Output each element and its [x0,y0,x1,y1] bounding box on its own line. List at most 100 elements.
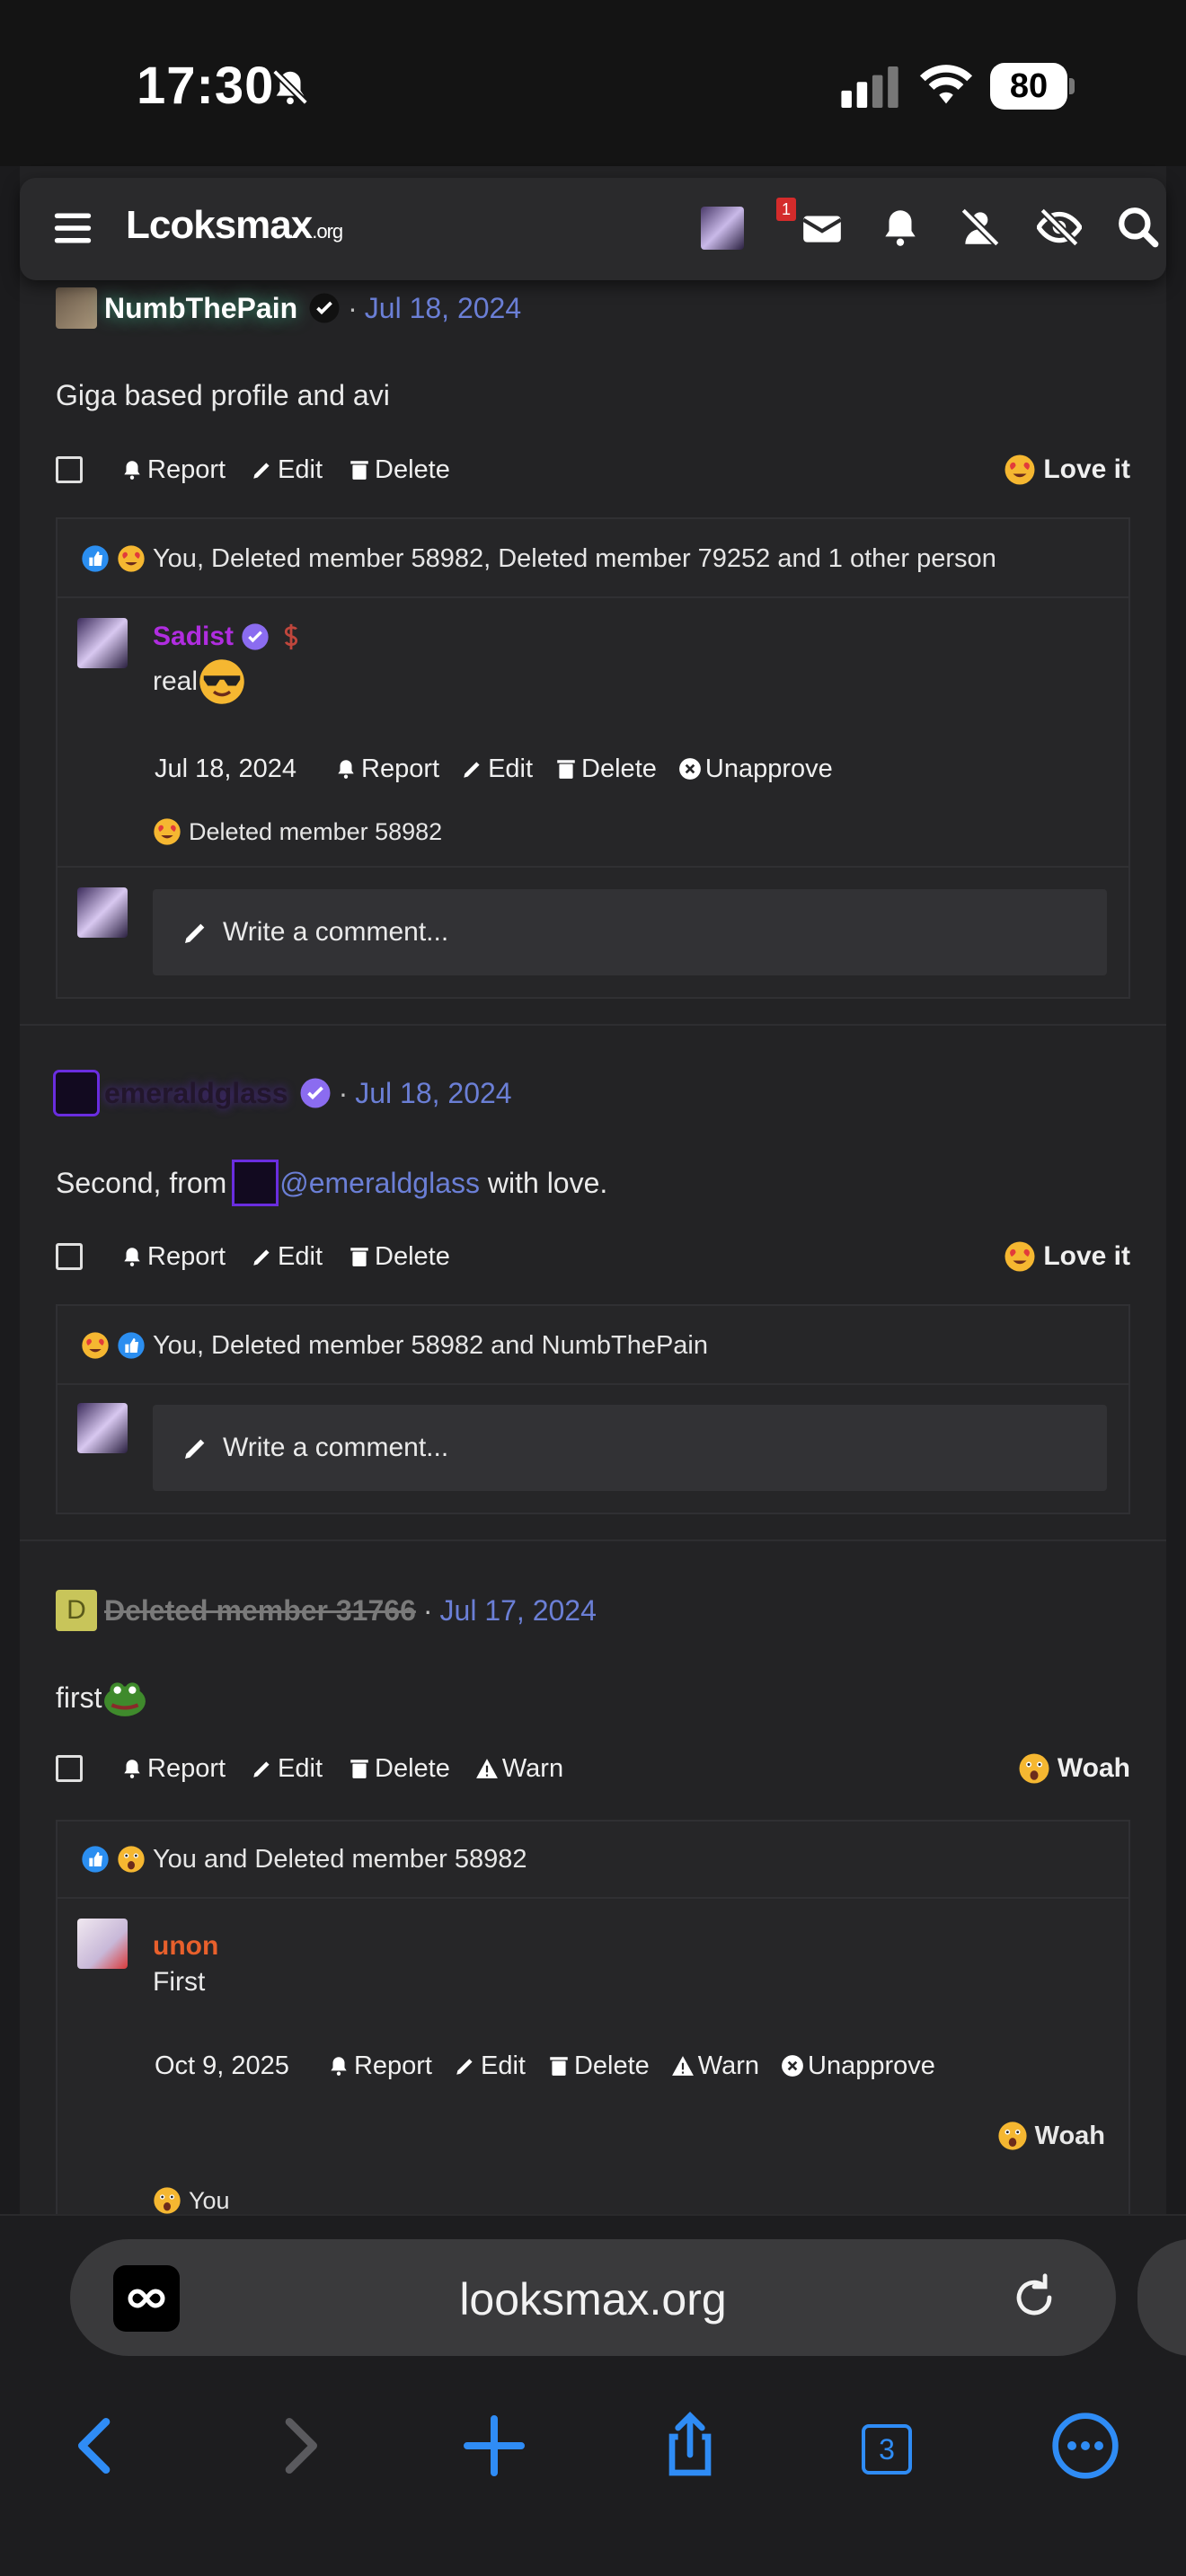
post-actions: Report Edit Delete Warn Woah [56,1747,1130,1790]
comment-reaction-summary[interactable]: Deleted member 58982 [153,814,442,850]
pencil-icon [464,762,480,778]
comment-input[interactable]: Write a comment... [153,1405,1107,1491]
trash-icon [350,461,368,480]
site-header: Lcoksmax.org 1 [20,178,1166,280]
browser-toolbar: looksmax.org 3 [0,2214,1186,2576]
comment-date[interactable]: Jul 18, 2024 [155,754,296,784]
separator: · [348,291,358,324]
comment-reaction-button[interactable]: Woah [997,2116,1105,2156]
post-body: first [56,1678,147,1717]
bell-icon[interactable] [878,205,923,250]
edit-label: Edit [278,1753,323,1783]
edit-button[interactable]: Edit [251,455,323,485]
url-text: looksmax.org [459,2274,727,2325]
battery-level: 80 [990,63,1067,110]
reaction-button[interactable]: Love it [1004,448,1130,491]
comment-actions: Jul 18, 2024 Report Edit Delete Unapprov… [155,749,854,789]
address-bar[interactable]: looksmax.org [70,2239,1116,2356]
post-author[interactable]: emeraldglass [104,1077,288,1110]
comment-text-row: real [153,657,246,706]
report-button[interactable]: Report [334,754,439,784]
comment-section: You, Deleted member 58982, Deleted membe… [56,517,1130,999]
pencil-icon [185,923,205,943]
reaction-label: Love it [1043,1241,1130,1271]
reaction-summary[interactable]: You, Deleted member 58982 and NumbThePai… [81,1328,708,1363]
comment-author[interactable]: unon [153,1931,218,1962]
new-tab-icon[interactable] [458,2410,530,2482]
eye-slash-icon[interactable] [1037,205,1082,250]
mention-link[interactable]: @emeraldglass [279,1167,480,1200]
share-icon[interactable] [654,2410,726,2482]
comment-input[interactable]: Write a comment... [153,889,1107,975]
reaction-button[interactable]: Love it [1004,1235,1130,1278]
forward-icon[interactable] [262,2410,334,2482]
report-label: Report [353,2051,432,2080]
unapprove-button[interactable]: Unapprove [781,2051,935,2081]
edit-button[interactable]: Edit [461,754,533,784]
comment-reaction-summary[interactable]: You [153,2183,230,2219]
site-logo[interactable]: Lcoksmax.org [126,203,343,248]
avatar[interactable] [56,1072,97,1114]
edit-button[interactable]: Edit [454,2051,526,2081]
next-tab-preview[interactable] [1137,2239,1186,2356]
comment-avatar[interactable] [77,618,128,668]
sunglasses-emoji-icon [199,659,244,704]
report-button[interactable]: Report [120,1754,226,1784]
thumbs-up-emoji-icon [82,545,109,572]
select-checkbox[interactable] [56,1755,83,1782]
comment-avatar[interactable] [77,1919,128,1969]
battery-cap [1069,78,1075,94]
post-date[interactable]: Jul 18, 2024 [355,1077,511,1110]
post-date[interactable]: Jul 17, 2024 [440,1594,597,1628]
divider [58,866,1128,868]
select-checkbox[interactable] [56,1243,83,1270]
separator: · [338,1076,349,1109]
warn-label: Warn [501,1753,564,1783]
report-button[interactable]: Report [120,1242,226,1272]
comment-reaction-label: Woah [1034,2121,1105,2150]
reaction-button[interactable]: Woah [1018,1747,1130,1790]
inbox-icon[interactable] [800,205,845,250]
back-icon[interactable] [61,2410,133,2482]
reaction-summary[interactable]: You, Deleted member 58982, Deleted membe… [81,541,996,577]
edit-button[interactable]: Edit [251,1754,323,1784]
select-checkbox[interactable] [56,456,83,483]
delete-button[interactable]: Delete [348,455,450,485]
comment-actions: Oct 9, 2025 Report Edit Delete Warn Unap… [155,2046,957,2086]
avatar[interactable] [56,287,97,329]
unapprove-button[interactable]: Unapprove [678,754,833,784]
delete-button[interactable]: Delete [348,1242,450,1272]
edit-button[interactable]: Edit [251,1242,323,1272]
post-body-text: with love. [480,1166,608,1199]
divider [58,596,1128,598]
report-button[interactable]: Report [327,2051,432,2081]
delete-button[interactable]: Delete [554,754,657,784]
edit-label: Edit [488,754,534,783]
warn-button[interactable]: Warn [475,1754,563,1784]
post-date[interactable]: Jul 18, 2024 [365,292,521,325]
battery-indicator: 80 [990,63,1075,110]
reload-icon[interactable] [1008,2272,1060,2324]
post-header: NumbThePain · Jul 18, 2024 [56,286,521,331]
user-avatar[interactable] [701,207,744,250]
unapprove-label: Unapprove [704,754,833,783]
more-icon[interactable] [1049,2410,1121,2482]
comment-author[interactable]: Sadist [153,622,234,652]
avatar[interactable]: D [56,1590,97,1631]
comment-date[interactable]: Oct 9, 2025 [155,2051,289,2081]
delete-button[interactable]: Delete [547,2051,650,2081]
user-slash-icon[interactable] [958,205,1003,250]
search-icon[interactable] [1116,205,1161,250]
reaction-summary[interactable]: You and Deleted member 58982 [81,1841,527,1877]
delete-button[interactable]: Delete [348,1754,450,1784]
bell-slash-icon [272,69,308,105]
post-author[interactable]: NumbThePain [104,292,297,325]
post-author[interactable]: Deleted member 31766 [104,1594,416,1628]
report-button[interactable]: Report [120,455,226,485]
comment-placeholder: Write a comment... [223,1433,449,1462]
menu-icon[interactable] [52,208,93,248]
verified-badge-icon [309,293,340,323]
tabs-button[interactable]: 3 [862,2424,912,2475]
warn-button[interactable]: Warn [671,2051,759,2081]
post-header: emeraldglass · Jul 18, 2024 [56,1071,512,1116]
